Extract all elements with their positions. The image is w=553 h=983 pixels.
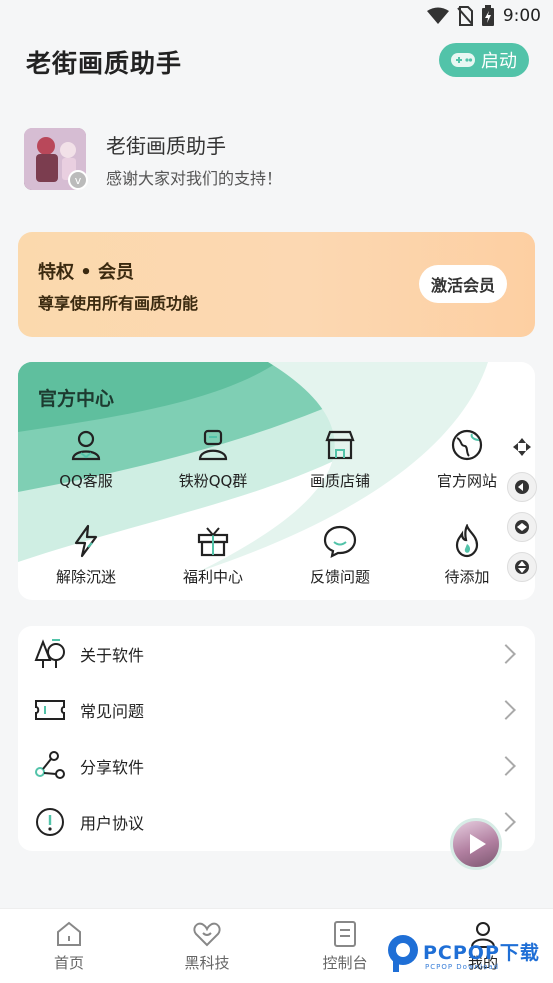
ticket-icon [35, 700, 65, 720]
tool-rotate-left[interactable] [507, 472, 537, 502]
grid-label: QQ客服 [59, 472, 113, 490]
side-toolbar [507, 432, 539, 592]
grid-label: 待添加 [444, 568, 490, 586]
share-icon [35, 751, 65, 779]
grid-item-store[interactable]: 画质店铺 [280, 428, 400, 498]
tool-up-down[interactable] [507, 552, 537, 582]
official-center-card: 官方中心 QQ客服 铁粉QQ群 画质店铺 官方网站 解除沉迷 福利中心 反馈问题… [18, 362, 535, 600]
watermark: PCPOP下载 PCPOP Download [383, 932, 553, 980]
page-title: 老街画质助手 [26, 49, 183, 78]
launch-label: 启动 [481, 51, 517, 72]
compass-icon [515, 520, 529, 534]
grid-label: 官方网站 [436, 472, 497, 490]
menu-label: 关于软件 [80, 646, 145, 665]
watermark-small-text: PCPOP Download [425, 963, 500, 971]
vip-title: 特权 • 会员 [38, 262, 135, 283]
menu-item-faq[interactable]: 常见问题 [18, 682, 535, 738]
heart-icon [193, 922, 221, 947]
gift-icon [197, 527, 229, 557]
battery-charging-icon [481, 5, 494, 26]
move-arrows-icon [513, 438, 531, 456]
move-tool[interactable] [507, 432, 537, 462]
grid-label: 画质店铺 [309, 472, 370, 490]
grid-label: 反馈问题 [309, 568, 370, 586]
activate-vip-button[interactable]: 激活会员 [419, 265, 507, 303]
status-bar: 9:00 [0, 0, 553, 32]
store-icon [325, 430, 355, 460]
play-icon [470, 834, 486, 854]
home-icon [57, 921, 81, 946]
profile-section[interactable]: v 老街画质助手 感谢大家对我们的支持！ [24, 128, 529, 192]
wifi-icon [426, 7, 449, 24]
official-center-title: 官方中心 [38, 388, 115, 410]
user-icon [71, 430, 101, 461]
tool-compass[interactable] [507, 512, 537, 542]
flame-icon [455, 524, 479, 558]
chevron-right-icon [496, 700, 516, 720]
menu-label: 用户协议 [80, 814, 145, 833]
tab-console[interactable]: 控制台 [305, 919, 385, 973]
no-sim-icon [457, 6, 473, 26]
launch-button[interactable]: 启动 [439, 43, 529, 77]
pcpop-logo-icon [388, 935, 418, 972]
gamepad-icon [451, 53, 475, 67]
grid-item-fan-group[interactable]: 铁粉QQ群 [153, 428, 273, 498]
grid-item-unlock-addiction[interactable]: 解除沉迷 [26, 524, 146, 594]
grid-item-welfare[interactable]: 福利中心 [153, 524, 273, 594]
tab-label: 控制台 [322, 954, 368, 972]
tab-home[interactable]: 首页 [29, 919, 109, 973]
user-group-icon [198, 429, 228, 461]
status-time: 9:00 [502, 6, 541, 26]
chevron-right-icon [496, 756, 516, 776]
profile-name: 老街画质助手 [106, 134, 226, 158]
document-icon [334, 921, 356, 947]
grid-label: 福利中心 [182, 568, 243, 586]
app-header: 老街画质助手 启动 [0, 40, 553, 84]
trees-icon [34, 639, 65, 668]
floating-play-button[interactable] [450, 818, 502, 870]
chat-bubble-icon [323, 525, 357, 558]
arrow-left-icon [515, 480, 529, 494]
profile-motto: 感谢大家对我们的支持！ [106, 169, 283, 188]
tab-black-tech[interactable]: 黑科技 [167, 919, 247, 973]
menu-label: 常见问题 [80, 702, 145, 721]
menu-label: 分享软件 [80, 758, 145, 777]
verified-badge-icon: v [68, 170, 88, 190]
grid-label: 铁粉QQ群 [178, 472, 248, 490]
settings-menu: 关于软件 常见问题 分享软件 用户协议 [18, 626, 535, 851]
tab-label: 黑科技 [184, 954, 230, 972]
lightning-icon [74, 524, 98, 558]
globe-icon [451, 429, 483, 461]
menu-item-about[interactable]: 关于软件 [18, 626, 535, 682]
vip-subtitle: 尊享使用所有画质功能 [38, 294, 199, 313]
chevron-right-icon [496, 644, 516, 664]
grid-label: 解除沉迷 [55, 568, 116, 586]
menu-item-share[interactable]: 分享软件 [18, 738, 535, 794]
up-down-icon [515, 560, 529, 574]
grid-item-feedback[interactable]: 反馈问题 [280, 524, 400, 594]
tab-label: 首页 [53, 954, 84, 972]
chevron-right-icon [496, 812, 516, 832]
vip-card[interactable]: 特权 • 会员 尊享使用所有画质功能 激活会员 [18, 232, 535, 337]
watermark-text: PCPOP下载 [423, 942, 540, 964]
alert-circle-icon [36, 808, 64, 836]
grid-item-qq-service[interactable]: QQ客服 [26, 428, 146, 498]
